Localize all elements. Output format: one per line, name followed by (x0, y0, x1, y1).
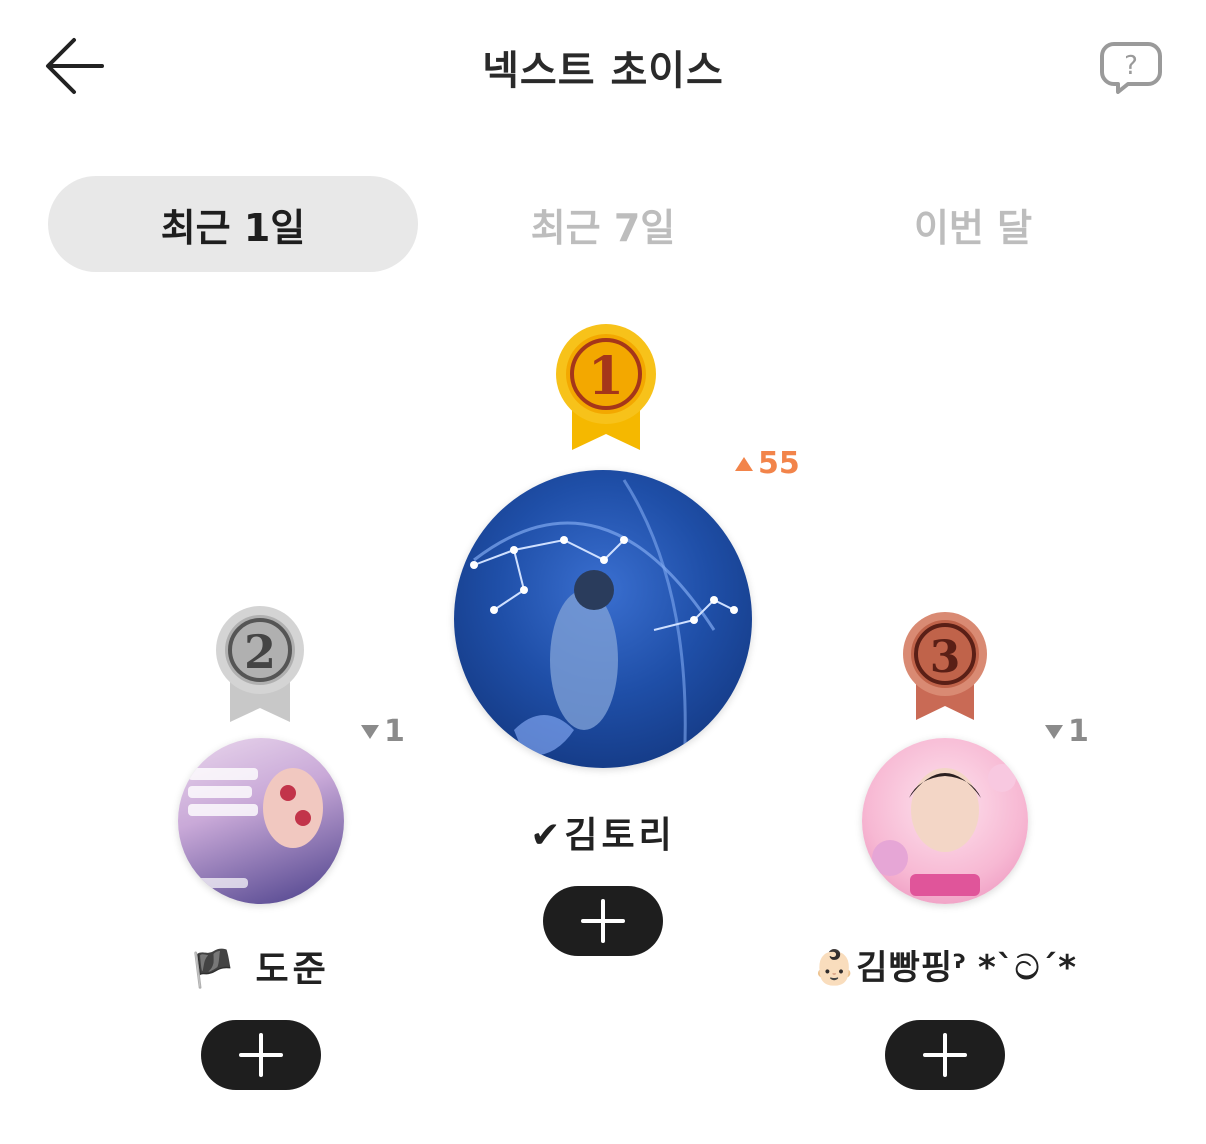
add-button[interactable] (201, 1020, 321, 1090)
bronze-medal-icon: 3 (903, 612, 987, 720)
stream-photo (188, 768, 323, 888)
period-tabs: 최근 1일 최근 7일 이번 달 (48, 176, 1158, 272)
plus-icon (239, 1033, 283, 1077)
gold-medal-icon: 1 (556, 324, 656, 450)
rank-change-value: 1 (1068, 714, 1089, 749)
add-button[interactable] (543, 886, 663, 956)
header: 넥스트 초이스 ? (0, 0, 1206, 130)
plus-icon (923, 1033, 967, 1077)
rank-change-down: 1 (1044, 714, 1089, 749)
svg-text:3: 3 (930, 632, 961, 683)
constellation-photo (470, 479, 738, 768)
page-title: 넥스트 초이스 (482, 48, 724, 94)
avatar[interactable] (454, 470, 752, 768)
tab-this-month[interactable]: 이번 달 (788, 176, 1158, 272)
plus-icon (581, 899, 625, 943)
svg-text:?: ? (1124, 51, 1138, 81)
tab-recent-1-day[interactable]: 최근 1일 (48, 176, 418, 272)
profile-photo (872, 764, 1016, 896)
silver-medal-icon: 2 (216, 606, 304, 722)
triangle-up-icon (735, 456, 753, 471)
triangle-down-icon (361, 724, 379, 739)
avatar[interactable] (862, 738, 1028, 904)
streamer-name[interactable]: 👶🏻김빵핑ˀ *`ට´* (790, 940, 1100, 989)
rank-change-value: 55 (758, 446, 800, 481)
avatar[interactable] (178, 738, 344, 904)
rank-change-up: 55 (734, 446, 800, 481)
question-bubble-icon: ? (1100, 42, 1162, 94)
triangle-down-icon (1045, 724, 1063, 739)
streamer-name[interactable]: ✔김토리 (454, 806, 752, 858)
rank-change-value: 1 (384, 714, 405, 749)
help-button[interactable]: ? (1098, 38, 1164, 94)
streamer-name[interactable]: 🏴 도준 (140, 940, 380, 992)
svg-text:2: 2 (244, 625, 276, 679)
svg-text:1: 1 (588, 346, 624, 407)
tab-recent-7-days[interactable]: 최근 7일 (418, 176, 788, 272)
add-button[interactable] (885, 1020, 1005, 1090)
rank-change-down: 1 (360, 714, 405, 749)
